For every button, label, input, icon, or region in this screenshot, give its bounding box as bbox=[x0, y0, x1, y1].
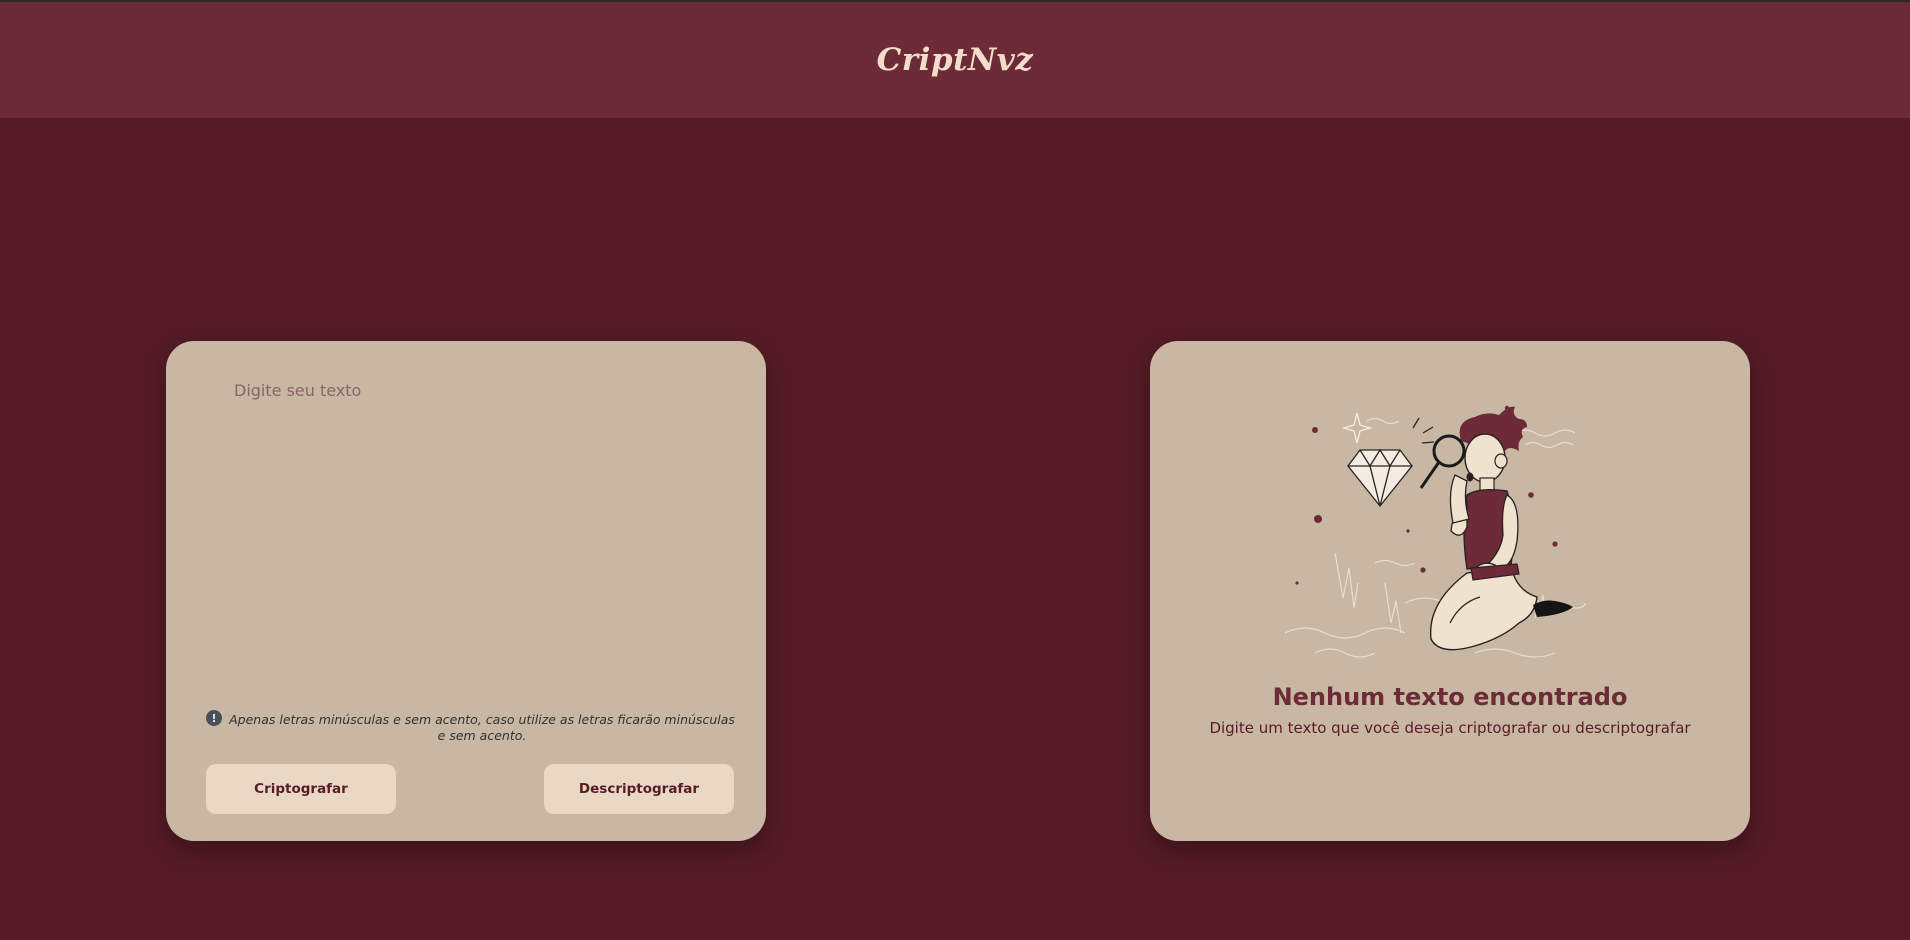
app-header: CriptNvz bbox=[0, 2, 1910, 118]
output-card: Nenhum texto encontrado Digite um texto … bbox=[1150, 341, 1750, 841]
person-with-magnifying-glass-illustration bbox=[1284, 405, 1586, 658]
text-input[interactable] bbox=[232, 379, 726, 703]
empty-state-subtitle: Digite um texto que você deseja criptogr… bbox=[1209, 719, 1691, 737]
empty-state-title: Nenhum texto encontrado bbox=[1272, 683, 1628, 711]
input-hint: ! Apenas letras minúsculas e sem acento,… bbox=[206, 709, 736, 744]
hint-text: Apenas letras minúsculas e sem acento, c… bbox=[229, 712, 735, 743]
decrypt-button[interactable]: Descriptografar bbox=[544, 764, 734, 814]
info-icon: ! bbox=[206, 710, 222, 726]
input-card: ! Apenas letras minúsculas e sem acento,… bbox=[166, 341, 766, 841]
brand-logo[interactable]: CriptNvz bbox=[877, 42, 1034, 78]
encrypt-button[interactable]: Criptografar bbox=[206, 764, 396, 814]
